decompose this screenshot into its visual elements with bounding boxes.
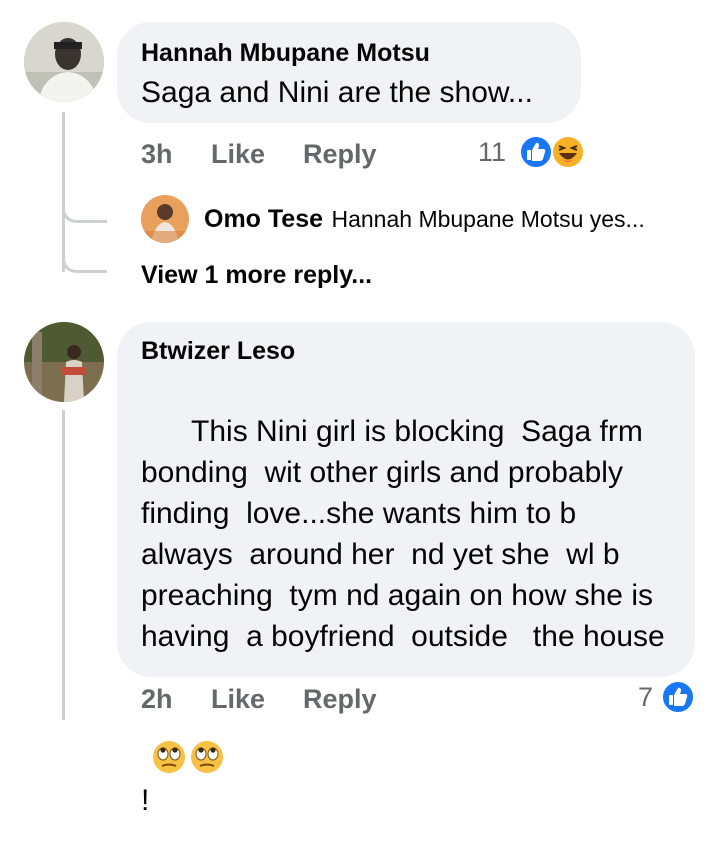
reply-button[interactable]: Reply — [303, 138, 377, 170]
view-more-replies-link[interactable]: View 1 more reply... — [141, 260, 372, 290]
like-button[interactable]: Like — [211, 683, 265, 715]
reply-preview[interactable]: Omo Tese Hannah Mbupane Motsu yes... — [204, 205, 645, 234]
comment-text-block: This Nini girl is blocking Saga frm bond… — [141, 370, 676, 862]
like-icon — [518, 134, 554, 170]
avatar[interactable] — [24, 322, 104, 402]
comment-text: Saga and Nini are the show... — [141, 76, 533, 109]
comment-author[interactable]: Hannah Mbupane Motsu — [141, 38, 430, 68]
comment-btwizer: Btwizer Leso This Nini girl is blocking … — [0, 310, 720, 817]
reply-preview-text: Hannah Mbupane Motsu yes... — [331, 206, 645, 232]
reply-avatar[interactable] — [141, 195, 189, 243]
reaction-summary[interactable]: 11 — [478, 134, 588, 170]
thread-line — [62, 410, 65, 720]
comment-bubble[interactable]: Btwizer Leso This Nini girl is blocking … — [117, 322, 695, 817]
like-icon — [660, 679, 696, 715]
reaction-summary[interactable]: 7 — [638, 679, 700, 715]
like-button[interactable]: Like — [211, 138, 265, 170]
comment-time[interactable]: 3h — [141, 138, 173, 170]
reply-author[interactable]: Omo Tese — [204, 205, 323, 233]
thread-branch — [62, 190, 107, 223]
comment-bubble[interactable]: Hannah Mbupane Motsu Saga and Nini are t… — [117, 22, 581, 123]
reaction-count: 11 — [478, 137, 507, 167]
comment-time[interactable]: 2h — [141, 683, 173, 715]
reply-button[interactable]: Reply — [303, 683, 377, 715]
thread-branch — [62, 240, 107, 273]
reaction-count: 7 — [638, 682, 654, 712]
comment-hannah: Hannah Mbupane Motsu Saga and Nini are t… — [0, 0, 720, 300]
avatar[interactable] — [24, 22, 104, 102]
comment-author[interactable]: Btwizer Leso — [141, 336, 295, 366]
haha-icon — [550, 134, 586, 170]
